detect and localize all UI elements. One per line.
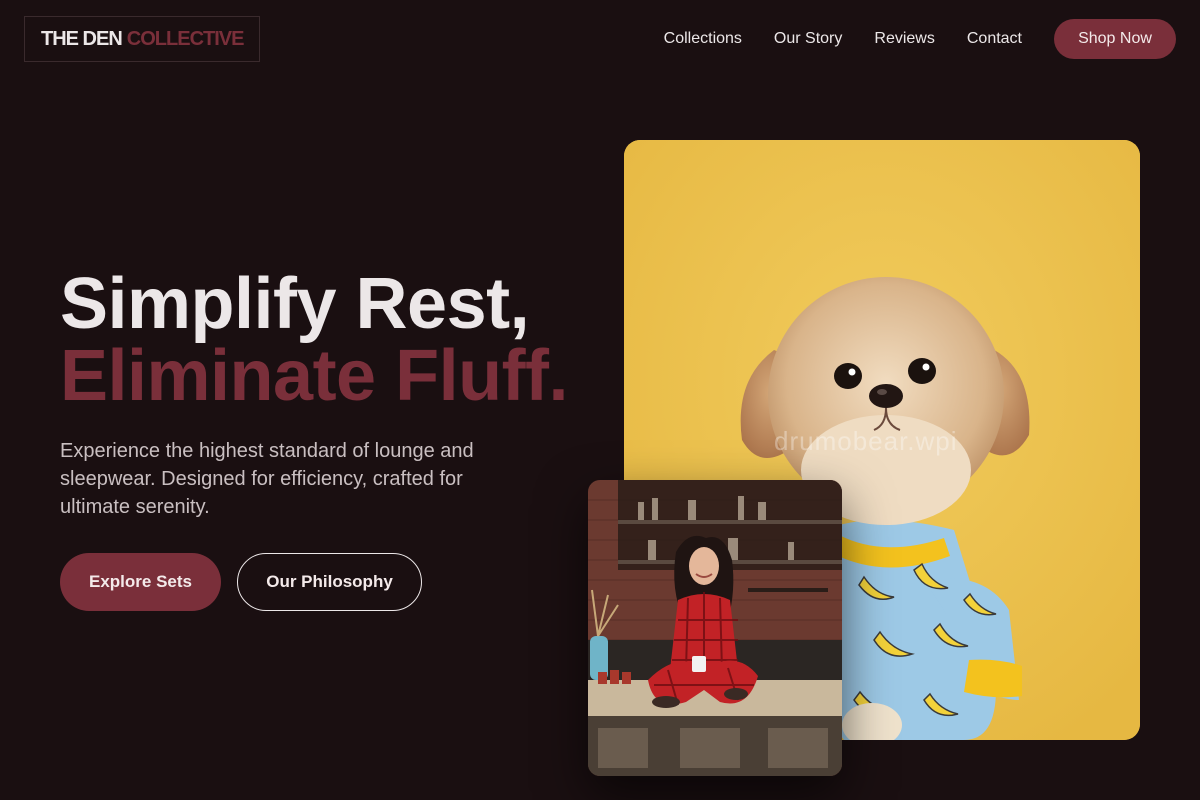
nav-link-our-story[interactable]: Our Story xyxy=(774,30,842,48)
hero-title-line1: Simplify Rest, xyxy=(60,264,530,344)
woman-illustration xyxy=(588,480,842,776)
brand-logo[interactable]: THE DEN COLLECTIVE xyxy=(24,16,260,62)
shop-now-button[interactable]: Shop Now xyxy=(1054,19,1176,59)
hero-description: Experience the highest standard of loung… xyxy=(60,440,474,518)
nav-link-collections[interactable]: Collections xyxy=(664,30,742,48)
hero-title-line2: Eliminate Fluff. xyxy=(60,336,569,416)
nav-link-reviews[interactable]: Reviews xyxy=(874,30,934,48)
brand-name-primary: THE DEN xyxy=(41,27,123,50)
hero-image-woman xyxy=(588,480,842,776)
brand-name-accent: COLLECTIVE xyxy=(126,27,245,50)
explore-sets-button[interactable]: Explore Sets xyxy=(60,553,221,611)
hero-title: Simplify Rest, Eliminate Fluff. xyxy=(60,264,569,416)
site-header: THE DEN COLLECTIVE Collections Our Story… xyxy=(0,0,1200,80)
nav-link-contact[interactable]: Contact xyxy=(967,30,1022,48)
main-nav: Collections Our Story Reviews Contact Sh… xyxy=(664,0,1176,78)
our-philosophy-button[interactable]: Our Philosophy xyxy=(237,553,422,611)
image-watermark: drumobear.wpi xyxy=(774,426,958,456)
